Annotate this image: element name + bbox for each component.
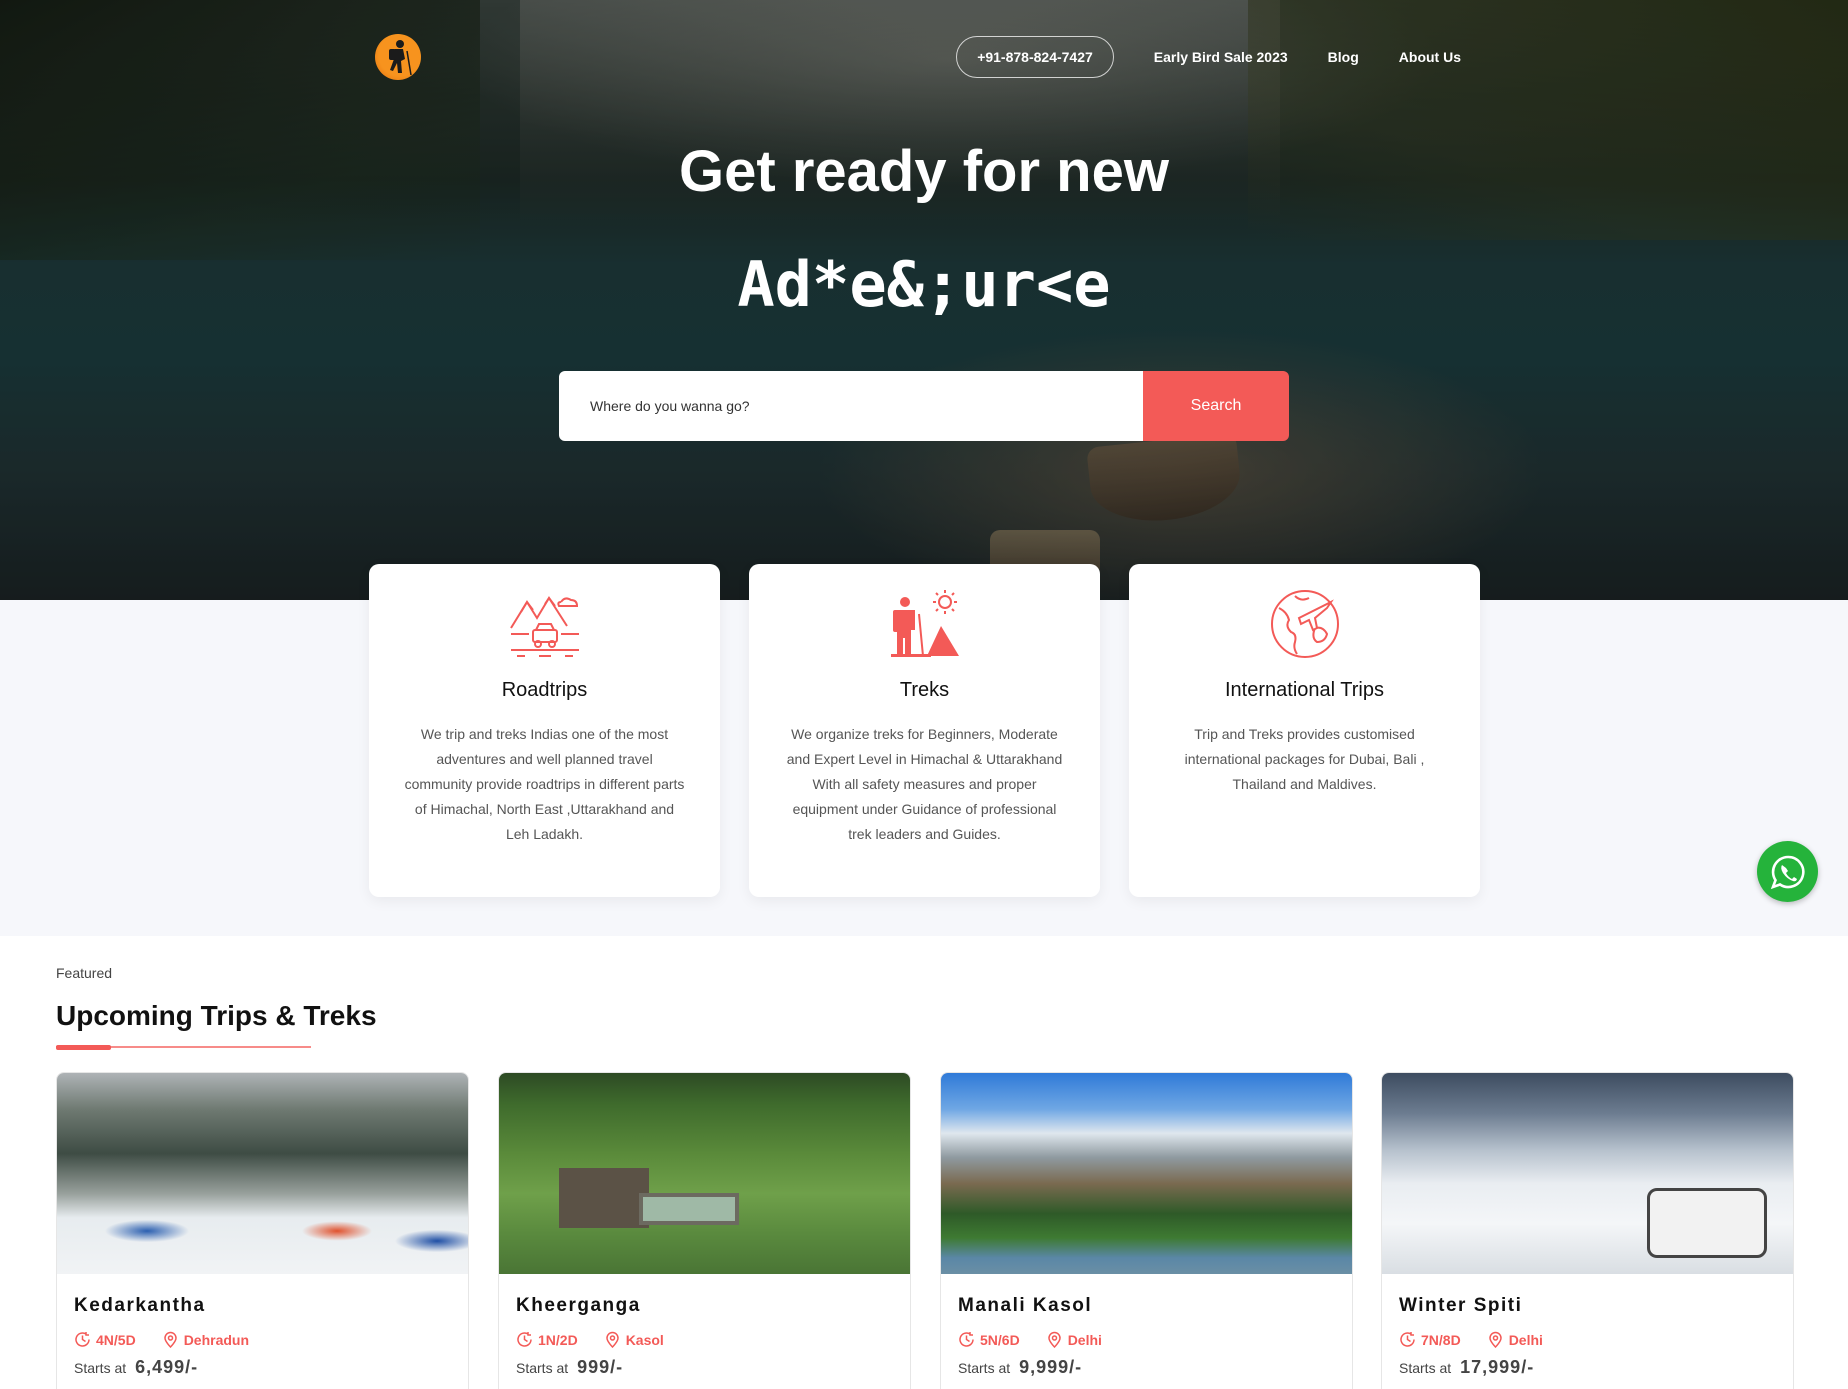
trip-image[interactable] xyxy=(941,1073,1352,1274)
map-pin-icon xyxy=(605,1331,619,1348)
whatsapp-icon xyxy=(1770,855,1805,889)
trip-duration: 5N/6D xyxy=(980,1331,1020,1348)
nav-link-blog[interactable]: Blog xyxy=(1328,49,1359,65)
hero-title: Get ready for new xyxy=(679,139,1169,204)
clock-icon xyxy=(517,1332,532,1347)
search-button[interactable]: Search xyxy=(1143,371,1289,441)
nav-link-about-us[interactable]: About Us xyxy=(1399,49,1461,65)
map-pin-icon xyxy=(163,1331,177,1348)
trip-name[interactable]: Kheerganga xyxy=(516,1295,641,1317)
whatsapp-button[interactable] xyxy=(1757,841,1818,902)
search-input[interactable] xyxy=(559,371,1143,441)
trip-image[interactable] xyxy=(1382,1073,1793,1274)
clock-icon xyxy=(959,1332,974,1347)
price-value: 6,499/- xyxy=(135,1357,199,1377)
category-title: Treks xyxy=(899,679,950,701)
category-card-international[interactable]: International Trips Trip and Treks provi… xyxy=(1129,564,1480,897)
trip-meta: 1N/2D Kasol xyxy=(516,1331,664,1348)
phone-button[interactable]: +91-878-824-7427 xyxy=(956,36,1114,78)
trip-price: Starts at 6,499/- xyxy=(74,1357,198,1378)
trip-meta: 7N/8D Delhi xyxy=(1399,1331,1543,1348)
featured-label: Featured xyxy=(56,965,113,981)
trekker-icon xyxy=(891,590,959,657)
trip-price: Starts at 9,999/- xyxy=(958,1357,1082,1378)
top-nav: +91-878-824-7427 Early Bird Sale 2023 Bl… xyxy=(956,36,1461,78)
trip-meta: 5N/6D Delhi xyxy=(958,1331,1102,1348)
nav-link-early-bird-sale[interactable]: Early Bird Sale 2023 xyxy=(1154,49,1288,65)
price-label: Starts at xyxy=(74,1360,127,1376)
trip-card-winter-spiti[interactable]: Winter Spiti 7N/8D Delhi Starts at 17,99… xyxy=(1381,1072,1794,1389)
hero-title-typed: Ad*e&;ur<e xyxy=(737,248,1111,321)
hiker-logo-icon xyxy=(389,40,412,76)
trip-location: Delhi xyxy=(1046,1331,1102,1348)
featured-title: Upcoming Trips & Treks xyxy=(56,1000,377,1031)
trip-location: Delhi xyxy=(1487,1331,1543,1348)
category-description: We trip and treks Indias one of the most… xyxy=(404,726,685,842)
trip-name[interactable]: Manali Kasol xyxy=(958,1295,1092,1317)
clock-icon xyxy=(1400,1332,1415,1347)
clock-icon xyxy=(75,1332,90,1347)
title-underline-accent xyxy=(56,1045,111,1050)
trip-meta: 4N/5D Dehradun xyxy=(74,1331,249,1348)
trip-duration: 4N/5D xyxy=(96,1331,136,1348)
category-title: Roadtrips xyxy=(501,679,588,701)
category-description: We organize treks for Beginners, Moderat… xyxy=(786,726,1063,842)
trip-image[interactable] xyxy=(499,1073,910,1274)
search-bar: Search xyxy=(559,371,1289,441)
trip-card-kheerganga[interactable]: Kheerganga 1N/2D Kasol Starts at 999/- xyxy=(498,1072,911,1389)
globe-plane-icon xyxy=(1271,590,1339,658)
trip-card-kedarkantha[interactable]: Kedarkantha 4N/5D Dehradun Starts at 6,4… xyxy=(56,1072,469,1389)
trip-name[interactable]: Kedarkantha xyxy=(74,1295,206,1317)
trip-location: Kasol xyxy=(604,1331,664,1348)
price-label: Starts at xyxy=(1399,1360,1452,1376)
price-value: 17,999/- xyxy=(1460,1357,1535,1377)
trip-price: Starts at 17,999/- xyxy=(1399,1357,1534,1378)
price-value: 9,999/- xyxy=(1019,1357,1083,1377)
roadtrip-icon xyxy=(510,596,579,657)
price-value: 999/- xyxy=(577,1357,624,1377)
price-label: Starts at xyxy=(516,1360,569,1376)
category-card-roadtrips[interactable]: Roadtrips We trip and treks Indias one o… xyxy=(369,564,720,897)
category-title: International Trips xyxy=(1225,679,1384,701)
category-description: Trip and Treks provides customised inter… xyxy=(1184,726,1425,792)
map-pin-icon xyxy=(1047,1331,1061,1348)
trip-location: Dehradun xyxy=(162,1331,249,1348)
trip-image[interactable] xyxy=(57,1073,468,1274)
trip-duration: 7N/8D xyxy=(1421,1331,1461,1348)
category-card-treks[interactable]: Treks We organize treks for Beginners, M… xyxy=(749,564,1100,897)
trip-price: Starts at 999/- xyxy=(516,1357,623,1378)
map-pin-icon xyxy=(1488,1331,1502,1348)
trip-duration: 1N/2D xyxy=(538,1331,578,1348)
site-logo[interactable] xyxy=(375,34,421,80)
trip-name[interactable]: Winter Spiti xyxy=(1399,1295,1522,1317)
price-label: Starts at xyxy=(958,1360,1011,1376)
trip-card-manali-kasol[interactable]: Manali Kasol 5N/6D Delhi Starts at 9,999… xyxy=(940,1072,1353,1389)
